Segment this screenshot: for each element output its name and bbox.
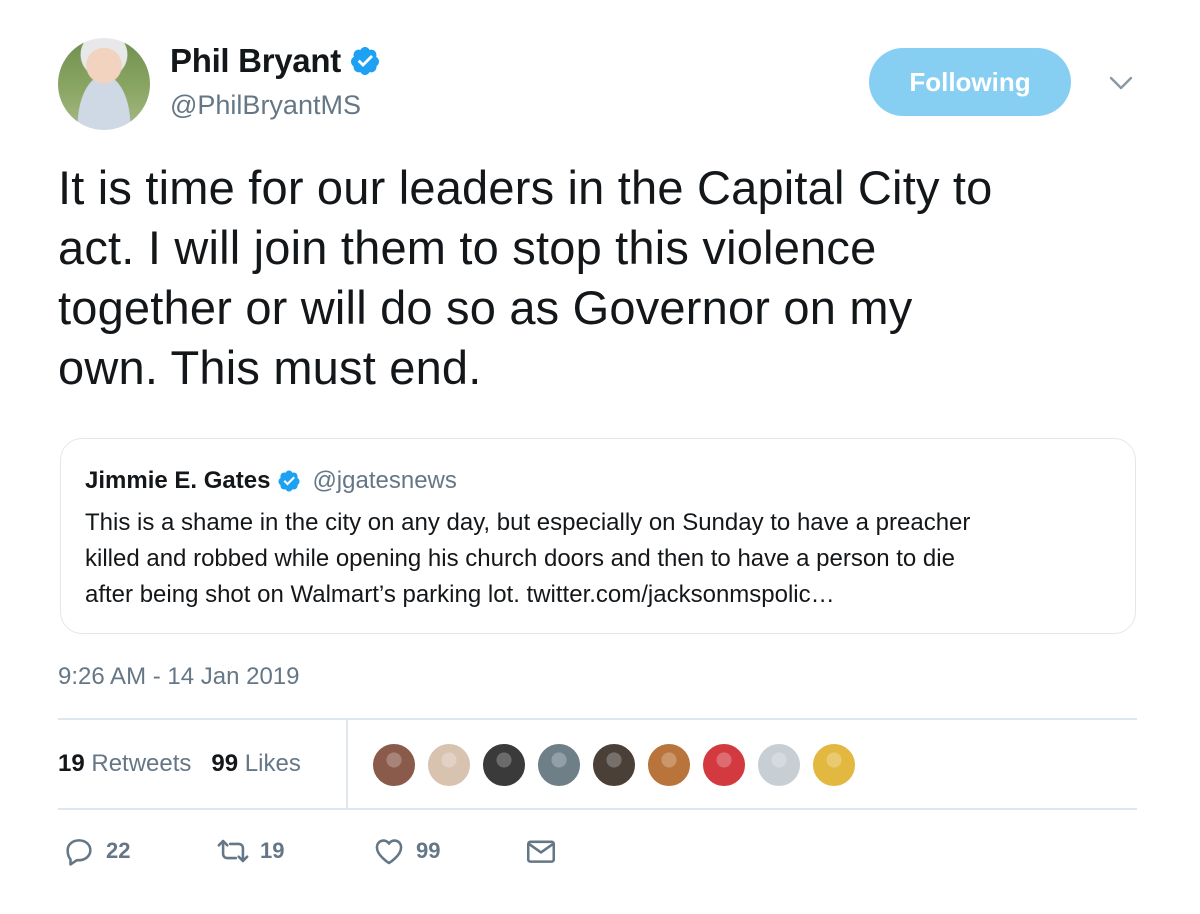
author-name-row: Phil Bryant [170, 42, 381, 80]
liker-avatar[interactable] [480, 741, 528, 789]
author-avatar[interactable] [58, 38, 150, 130]
reply-button[interactable]: 22 [62, 834, 130, 868]
quoted-line: killed and robbed while opening his chur… [85, 545, 955, 572]
quoted-tweet-text: This is a shame in the city on any day, … [85, 505, 1115, 613]
retweets-count: 19 [58, 750, 85, 777]
heart-icon [375, 839, 403, 865]
like-count: 99 [416, 838, 441, 863]
likes-stat[interactable]: 99 Likes [211, 750, 300, 778]
tweet-timestamp[interactable]: 9:26 AM - 14 Jan 2019 [58, 663, 300, 691]
envelope-icon [526, 840, 556, 863]
chevron-down-icon[interactable] [1108, 74, 1134, 92]
quoted-line: after being shot on Walmart’s parking lo… [85, 581, 835, 608]
divider [58, 718, 1137, 720]
tweet-text: It is time for our leaders in the Capita… [58, 158, 1158, 398]
reply-count: 22 [106, 838, 131, 863]
likes-label: Likes [244, 750, 301, 777]
liker-avatar[interactable] [370, 741, 418, 789]
following-button[interactable]: Following [869, 48, 1071, 116]
liker-avatar[interactable] [645, 741, 693, 789]
quoted-line: This is a shame in the city on any day, … [85, 509, 971, 536]
liker-avatar[interactable] [535, 741, 583, 789]
liker-avatar[interactable] [755, 741, 803, 789]
tweet-line: It is time for our leaders in the Capita… [58, 161, 993, 214]
like-button[interactable]: 99 [372, 834, 440, 868]
likes-count: 99 [211, 750, 239, 777]
quoted-tweet[interactable]: Jimmie E. Gates @jgatesnews This is a sh… [60, 438, 1136, 634]
retweets-label: Retweets [91, 750, 192, 777]
liker-avatar[interactable] [700, 741, 748, 789]
tweet-line: own. This must end. [58, 341, 482, 394]
verified-badge-icon [350, 47, 379, 75]
liker-avatar[interactable] [425, 741, 473, 789]
retweet-count: 19 [260, 838, 285, 863]
liker-avatar[interactable] [590, 741, 638, 789]
quoted-author-name: Jimmie E. Gates [85, 467, 271, 494]
quoted-tweet-header: Jimmie E. Gates @jgatesnews [85, 467, 457, 495]
retweet-icon [217, 839, 249, 863]
retweets-stat[interactable]: 19 Retweets [58, 750, 191, 778]
engagement-stats: 19 Retweets 99 Likes [58, 750, 301, 778]
liker-avatars [370, 741, 865, 789]
liker-avatar[interactable] [810, 741, 858, 789]
reply-icon [66, 839, 92, 866]
retweet-button[interactable]: 19 [216, 834, 284, 868]
author-handle[interactable]: @PhilBryantMS [170, 90, 361, 121]
verified-badge-icon [278, 470, 300, 492]
author-name[interactable]: Phil Bryant [170, 42, 341, 80]
tweet-line: together or will do so as Governor on my [58, 281, 913, 334]
tweet-line: act. I will join them to stop this viole… [58, 221, 877, 274]
quoted-author-handle: @jgatesnews [312, 467, 457, 494]
divider [58, 808, 1137, 810]
divider [346, 720, 348, 809]
direct-message-button[interactable] [524, 834, 558, 868]
